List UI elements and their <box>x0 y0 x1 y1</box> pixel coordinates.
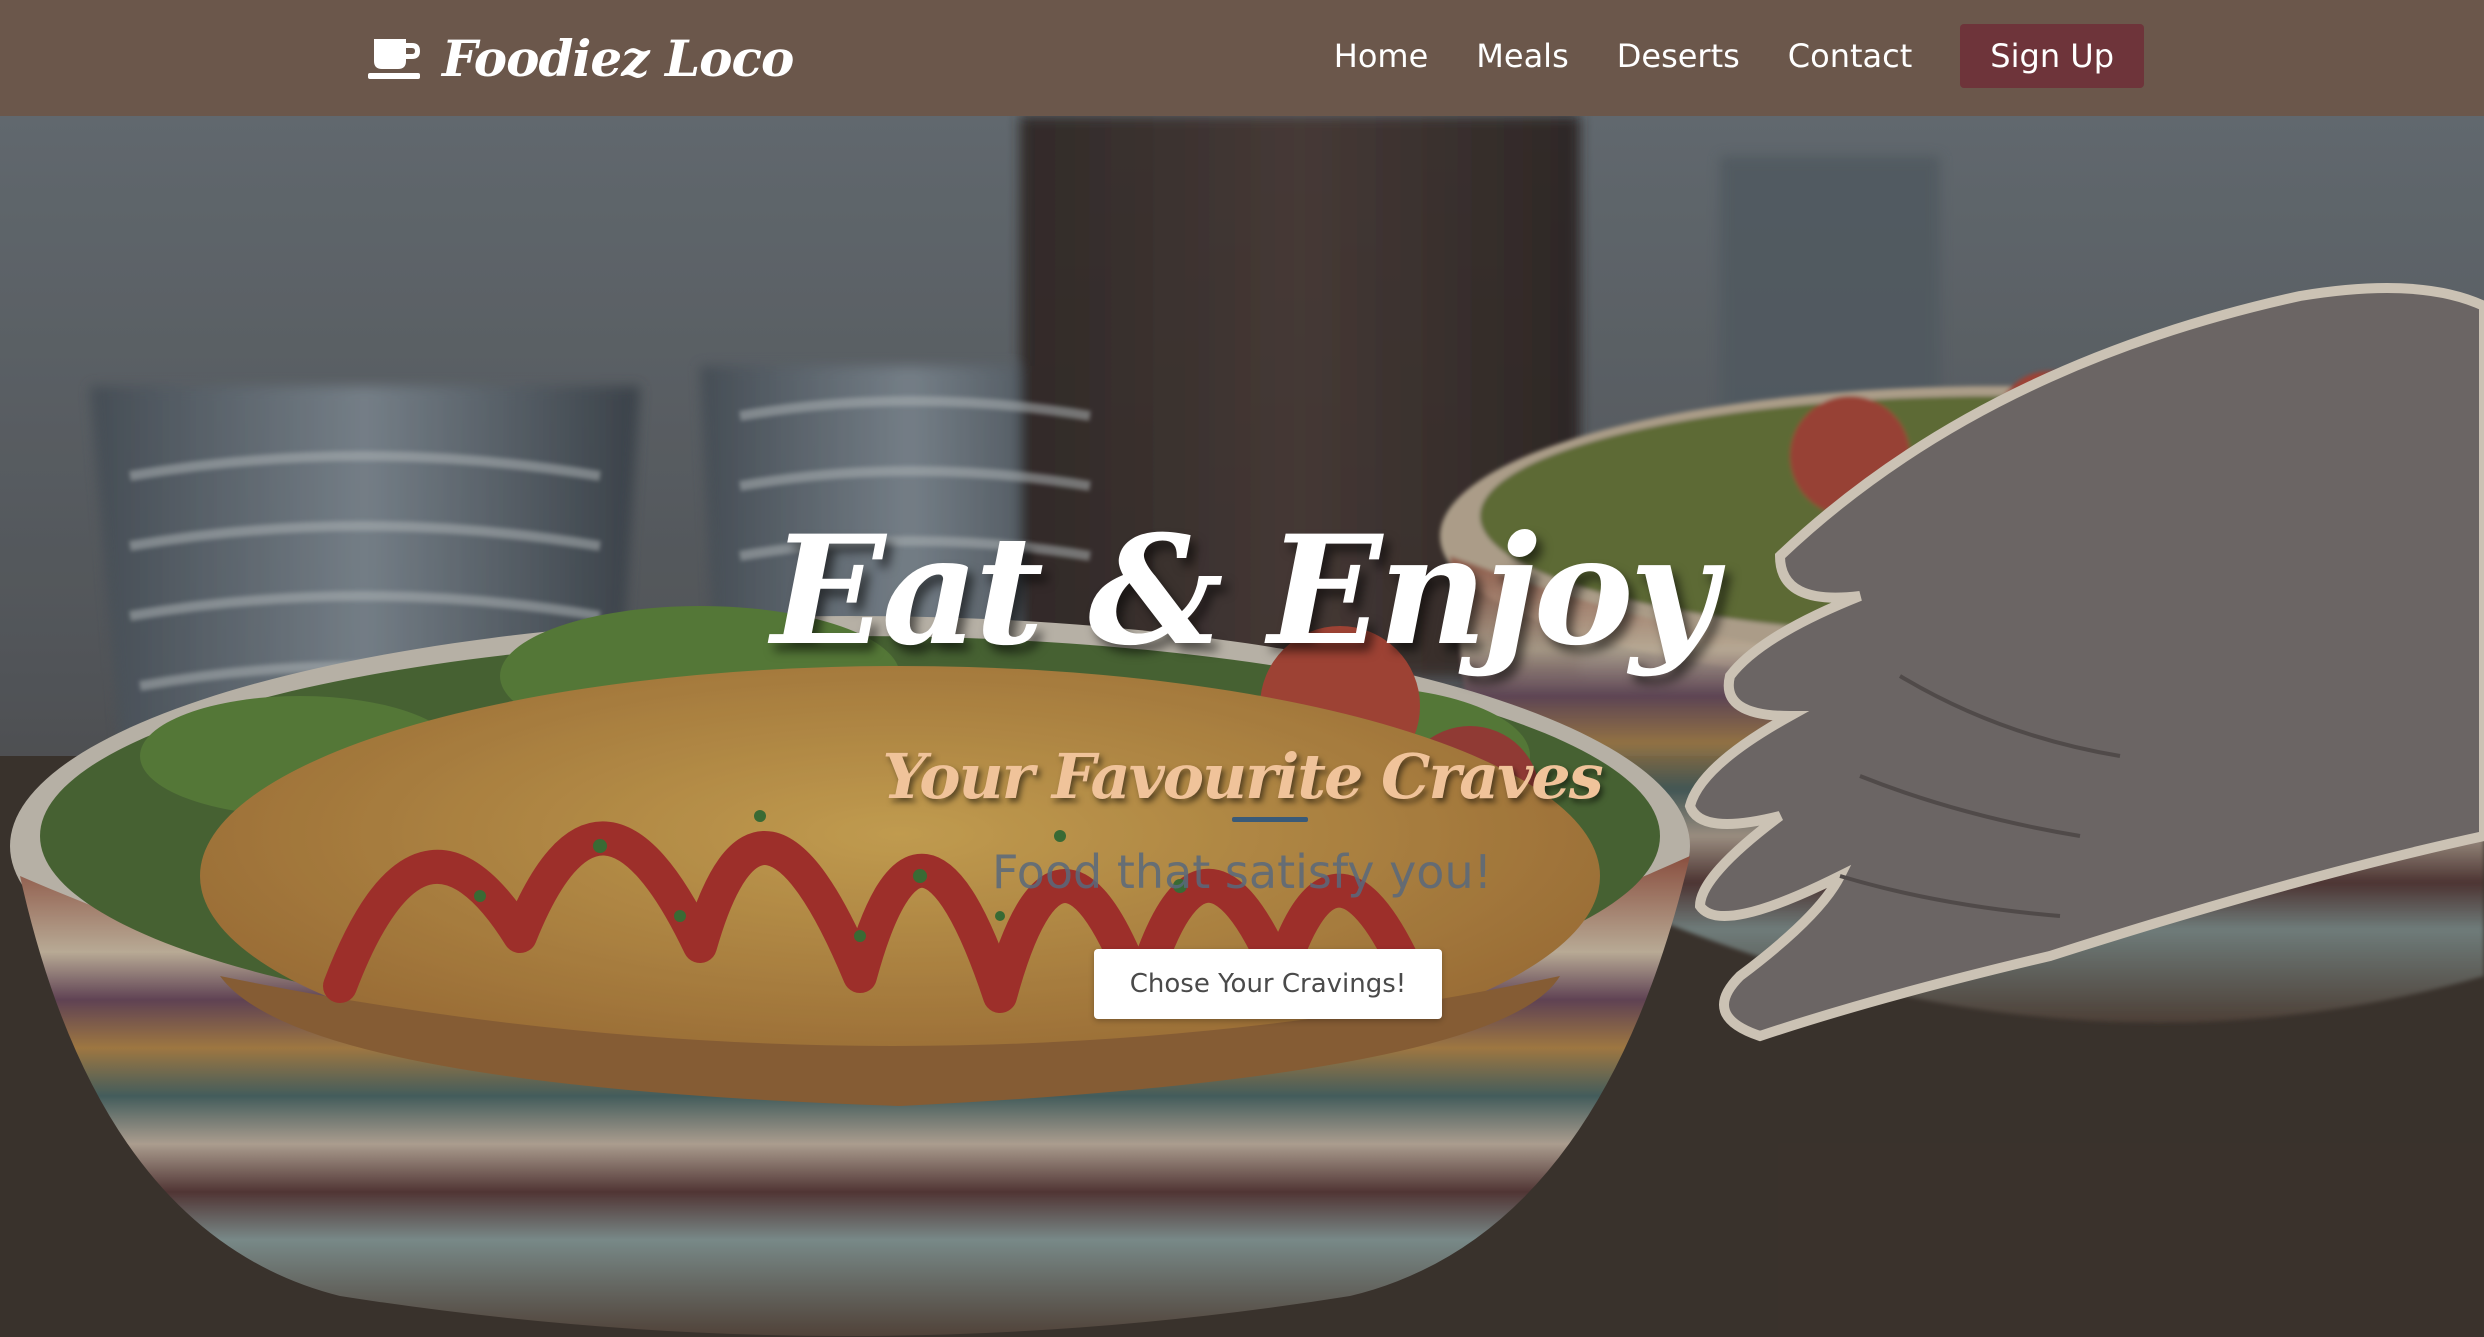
brand-name: Foodiez Loco <box>442 28 794 88</box>
coffee-cup-icon <box>366 35 426 81</box>
sign-up-button[interactable]: Sign Up <box>1960 24 2144 88</box>
navbar: Foodiez Loco Home Meals Deserts Contact … <box>0 0 2484 116</box>
nav-link-deserts[interactable]: Deserts <box>1617 37 1740 75</box>
nav-link-contact[interactable]: Contact <box>1788 37 1913 75</box>
brand-logo[interactable]: Foodiez Loco <box>366 22 794 94</box>
nav-menu: Home Meals Deserts Contact Sign Up <box>1334 24 2144 88</box>
nav-link-meals[interactable]: Meals <box>1476 37 1568 75</box>
hero-content: Eat & Enjoy Your Favourite Craves Food t… <box>0 116 2484 1337</box>
nav-link-home[interactable]: Home <box>1334 37 1429 75</box>
hero-subtitle: Your Favourite Craves <box>882 740 1603 813</box>
hero-tagline: Food that satisfy you! <box>991 845 1493 899</box>
hero-section: Eat & Enjoy Your Favourite Craves Food t… <box>0 116 2484 1337</box>
chose-cravings-button[interactable]: Chose Your Cravings! <box>1094 949 1442 1019</box>
hero-divider <box>1232 817 1308 822</box>
hero-title: Eat & Enjoy <box>771 503 1717 679</box>
